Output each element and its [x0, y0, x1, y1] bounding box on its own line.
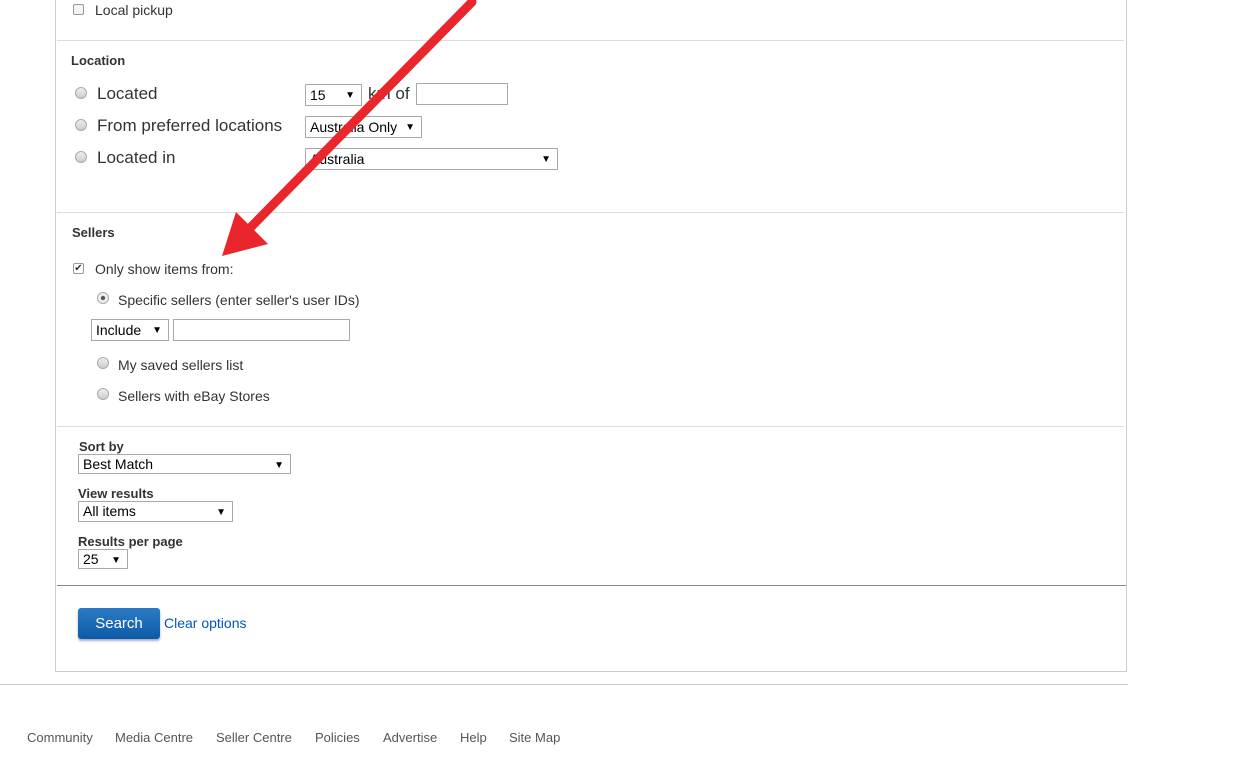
annotation-arrow-icon: [222, 0, 477, 256]
